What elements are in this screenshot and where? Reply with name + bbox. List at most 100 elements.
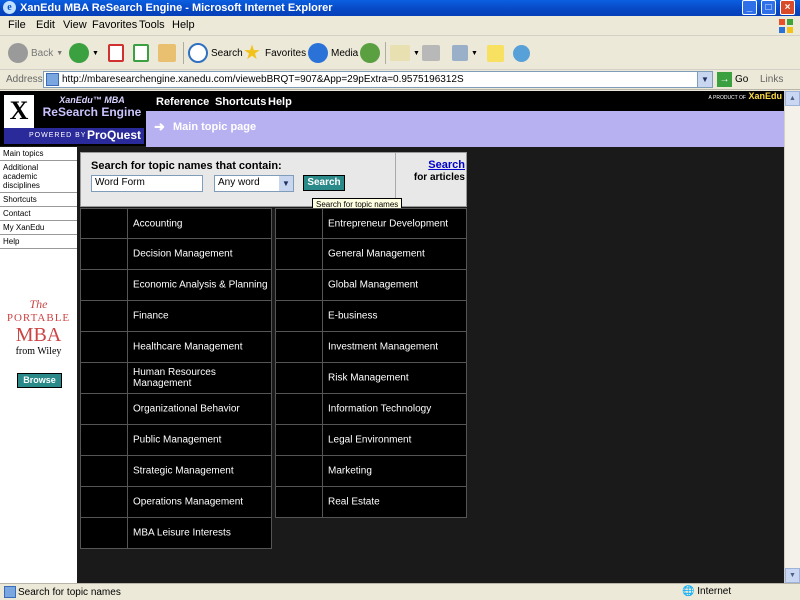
topic-item[interactable]: Public Management — [80, 425, 272, 456]
topic-item[interactable]: Healthcare Management — [80, 332, 272, 363]
search-icon — [188, 43, 208, 63]
leftnav-my-xanedu[interactable]: My XanEdu — [0, 221, 77, 235]
scroll-down-icon[interactable]: ▼ — [785, 568, 800, 583]
topic-swatch — [81, 270, 128, 300]
topic-item[interactable]: Investment Management — [275, 332, 467, 363]
menu-help[interactable]: Help — [172, 19, 195, 31]
page-label-band: ➜ Main topic page — [146, 111, 784, 147]
topic-item[interactable]: E-business — [275, 301, 467, 332]
browse-button[interactable]: Browse — [17, 373, 62, 388]
status-text: Search for topic names — [18, 587, 121, 598]
menu-view[interactable]: View — [63, 19, 87, 31]
topic-item[interactable]: Strategic Management — [80, 456, 272, 487]
leftnav-help[interactable]: Help — [0, 235, 77, 249]
topic-swatch — [81, 332, 128, 362]
arrow-right-icon: ➜ — [154, 119, 165, 134]
topic-item[interactable]: General Management — [275, 239, 467, 270]
leftnav-additional-disciplines[interactable]: Additional academic disciplines — [0, 161, 77, 193]
discuss-button[interactable] — [487, 41, 504, 65]
topic-item[interactable]: Global Management — [275, 270, 467, 301]
topic-name: Finance — [133, 310, 169, 322]
messenger-button[interactable] — [513, 41, 530, 65]
left-nav: Main topics Additional academic discipli… — [0, 147, 77, 583]
refresh-icon — [133, 44, 149, 62]
topic-item[interactable]: Finance — [80, 301, 272, 332]
leftnav-contact[interactable]: Contact — [0, 207, 77, 221]
topic-swatch — [276, 332, 323, 362]
menu-edit[interactable]: Edit — [36, 19, 55, 31]
address-label: Address — [6, 74, 43, 85]
forward-button[interactable]: ▼ — [69, 41, 99, 65]
edit-icon — [452, 45, 468, 61]
topic-name: Economic Analysis & Planning — [133, 279, 268, 291]
favorites-button[interactable]: ★ Favorites — [242, 41, 306, 65]
topic-item[interactable]: Legal Environment — [275, 425, 467, 456]
search-mode-select[interactable]: Any word ▼ — [214, 175, 294, 192]
portable-mba-promo[interactable]: The PORTABLE MBA from Wiley — [0, 297, 77, 357]
mail-button[interactable]: ▼ — [390, 41, 420, 65]
topic-swatch — [276, 301, 323, 331]
topic-swatch — [276, 487, 323, 517]
leftnav-main-topics[interactable]: Main topics — [0, 147, 77, 161]
topic-swatch — [81, 425, 128, 455]
search-button[interactable]: Search — [188, 41, 243, 65]
topic-item[interactable]: Information Technology — [275, 394, 467, 425]
refresh-button[interactable] — [133, 41, 149, 65]
edit-button[interactable]: ▼ — [452, 41, 478, 65]
menu-favorites[interactable]: Favorites — [92, 19, 137, 31]
topic-name: Organizational Behavior — [133, 403, 240, 415]
page-viewport: X XanEdu™ MBA ReSearch Engine POWERED BY… — [0, 91, 784, 583]
topic-item[interactable]: Accounting — [80, 208, 272, 239]
topic-swatch — [276, 425, 323, 455]
go-button[interactable]: → Go — [717, 72, 748, 87]
leftnav-shortcuts[interactable]: Shortcuts — [0, 193, 77, 207]
topic-search-input[interactable]: Word Form — [91, 175, 203, 192]
menu-bar: File Edit View Favorites Tools Help — [0, 16, 800, 36]
topic-item[interactable]: Risk Management — [275, 363, 467, 394]
back-button[interactable]: Back ▼ — [8, 41, 63, 65]
search-articles-link[interactable]: Search — [399, 159, 465, 171]
scroll-up-icon[interactable]: ▲ — [785, 91, 800, 106]
security-zone: 🌐 Internet — [682, 586, 732, 597]
nav-help[interactable]: Help — [268, 96, 292, 108]
maximize-button[interactable]: □ — [761, 0, 776, 15]
minimize-button[interactable]: _ — [742, 0, 757, 15]
topic-item[interactable]: Marketing — [275, 456, 467, 487]
media-button[interactable]: Media — [308, 41, 358, 65]
topic-item[interactable]: Economic Analysis & Planning — [80, 270, 272, 301]
topic-name: Risk Management — [328, 372, 409, 384]
topic-item[interactable]: Decision Management — [80, 239, 272, 270]
toolbar-separator — [385, 42, 386, 64]
windows-logo-icon — [779, 19, 793, 33]
topic-item[interactable]: Operations Management — [80, 487, 272, 518]
topic-name: Real Estate — [328, 496, 380, 508]
topic-item[interactable]: Human Resources Management — [80, 363, 272, 394]
xanedu-logo-icon: X — [4, 95, 34, 131]
topic-item[interactable]: Organizational Behavior — [80, 394, 272, 425]
home-icon — [158, 44, 176, 62]
menu-file[interactable]: File — [8, 19, 26, 31]
topic-swatch — [276, 363, 323, 393]
links-button[interactable]: Links — [760, 74, 783, 85]
print-button[interactable] — [422, 41, 440, 65]
topic-item[interactable]: Real Estate — [275, 487, 467, 518]
mail-icon — [390, 45, 410, 61]
topic-item[interactable]: Entrepreneur Development — [275, 208, 467, 239]
address-dropdown-icon[interactable]: ▼ — [697, 72, 712, 87]
brand-header: X XanEdu™ MBA ReSearch Engine POWERED BY… — [0, 91, 146, 146]
home-button[interactable] — [158, 41, 176, 65]
topic-item[interactable]: MBA Leisure Interests — [80, 518, 272, 549]
nav-shortcuts[interactable]: Shortcuts — [215, 96, 266, 108]
history-button[interactable] — [360, 41, 380, 65]
menu-tools[interactable]: Tools — [139, 19, 165, 31]
topic-name: Decision Management — [133, 248, 233, 260]
topic-swatch — [81, 239, 128, 269]
topic-search-button[interactable]: Search — [303, 175, 345, 191]
page-icon — [4, 586, 16, 598]
nav-reference[interactable]: Reference — [156, 96, 209, 108]
stop-button[interactable] — [108, 41, 124, 65]
close-button[interactable]: × — [780, 0, 795, 15]
history-icon — [360, 43, 380, 63]
vertical-scrollbar[interactable]: ▲ ▼ — [784, 91, 800, 583]
address-input[interactable]: http://mbaresearchengine.xanedu.com/view… — [43, 71, 713, 88]
